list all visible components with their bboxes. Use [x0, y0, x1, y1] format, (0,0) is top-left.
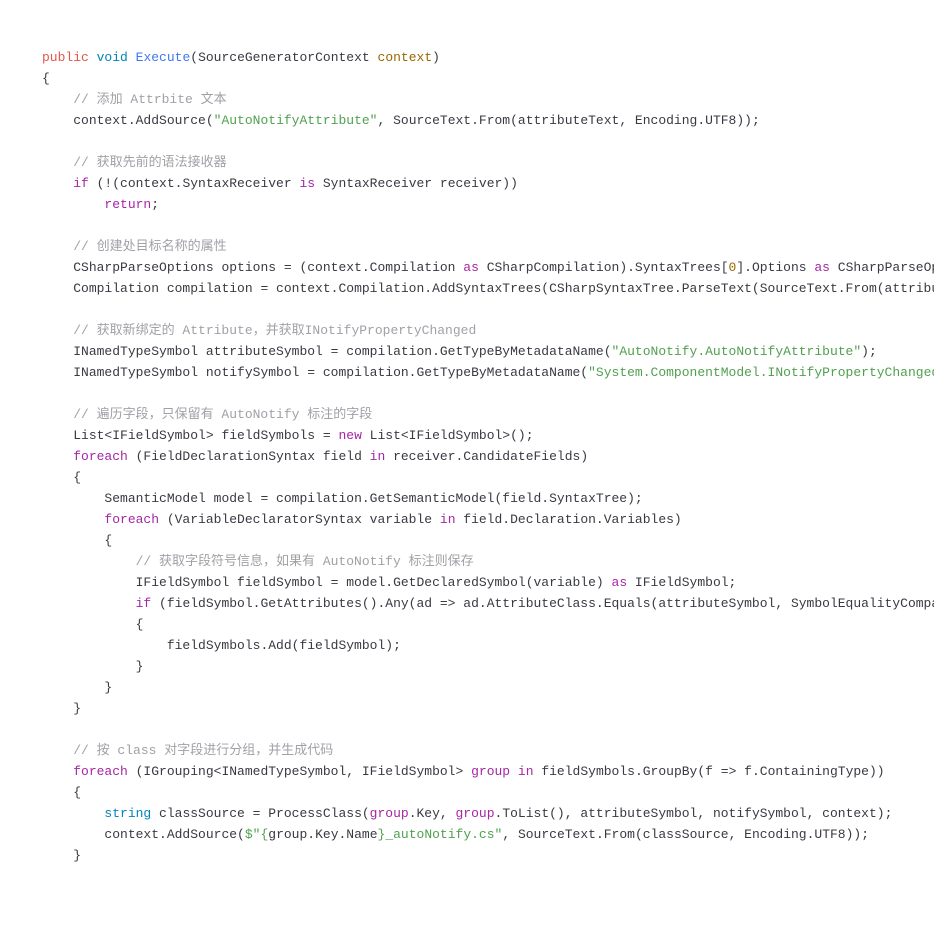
- code-line: SyntaxReceiver receiver)): [315, 176, 518, 191]
- code-line: .Key,: [409, 806, 456, 821]
- keyword-foreach: foreach: [104, 512, 159, 527]
- code-line: .ToList(), attributeSymbol, notifySymbol…: [495, 806, 893, 821]
- code-line: (fieldSymbol.GetAttributes().Any(ad => a…: [151, 596, 934, 611]
- code-line: CSharpParseOptions options = (context.Co…: [73, 260, 463, 275]
- keyword-group: group: [471, 764, 510, 779]
- keyword-public: public: [42, 50, 89, 65]
- brace: }: [73, 848, 81, 863]
- keyword-in: in: [440, 512, 456, 527]
- code-line: , SourceText.From(attributeText, Encodin…: [377, 113, 759, 128]
- comment: // 获取新绑定的 Attribute，并获取INotifyPropertyCh…: [73, 323, 476, 338]
- brace: {: [73, 785, 81, 800]
- semicolon: ;: [151, 197, 159, 212]
- brace: {: [104, 533, 112, 548]
- brace: {: [136, 617, 144, 632]
- code-block: public void Execute(SourceGeneratorConte…: [42, 47, 934, 866]
- code-line: INamedTypeSymbol notifySymbol = compilat…: [73, 365, 588, 380]
- keyword-as: as: [612, 575, 628, 590]
- code-line: CSharpParseOp: [830, 260, 934, 275]
- code-line: fieldSymbols.GroupBy(f => f.ContainingTy…: [534, 764, 885, 779]
- code-line: CSharpCompilation).SyntaxTrees[: [479, 260, 729, 275]
- keyword-foreach: foreach: [73, 449, 128, 464]
- code-line: IFieldSymbol;: [627, 575, 736, 590]
- interp-open: {: [260, 827, 268, 842]
- interp-expr: group.Key.Name: [268, 827, 377, 842]
- param-type: SourceGeneratorContext: [198, 50, 370, 65]
- code-line: INamedTypeSymbol attributeSymbol = compi…: [73, 344, 611, 359]
- identifier-group: group: [456, 806, 495, 821]
- code-line: (VariableDeclaratorSyntax variable: [159, 512, 440, 527]
- keyword-void: void: [97, 50, 128, 65]
- code-line: , SourceText.From(classSource, Encoding.…: [502, 827, 869, 842]
- code-line: context.AddSource(: [104, 827, 244, 842]
- keyword-string: string: [104, 806, 151, 821]
- code-line: List<IFieldSymbol> fieldSymbols =: [73, 428, 338, 443]
- keyword-as: as: [463, 260, 479, 275]
- code-line: receiver.CandidateFields): [385, 449, 588, 464]
- keyword-if: if: [136, 596, 152, 611]
- interp-string: _autoNotify.cs": [385, 827, 502, 842]
- code-line: fieldSymbols.Add(fieldSymbol);: [167, 638, 401, 653]
- keyword-if: if: [73, 176, 89, 191]
- code-line: [510, 764, 518, 779]
- param-name: context: [378, 50, 433, 65]
- comment: // 按 class 对字段进行分组，并生成代码: [73, 743, 333, 758]
- keyword-in: in: [518, 764, 534, 779]
- string-literal: "System.ComponentModel.INotifyPropertyCh…: [588, 365, 934, 380]
- comment: // 遍历字段，只保留有 AutoNotify 标注的字段: [73, 407, 372, 422]
- code-line: context.AddSource(: [73, 113, 213, 128]
- brace: {: [42, 71, 50, 86]
- interp-string: $": [245, 827, 261, 842]
- comment: // 添加 Attrbite 文本: [73, 92, 226, 107]
- code-line: List<IFieldSymbol>();: [362, 428, 534, 443]
- string-literal: "AutoNotifyAttribute": [214, 113, 378, 128]
- code-line: classSource = ProcessClass(: [151, 806, 369, 821]
- identifier-group: group: [370, 806, 409, 821]
- keyword-as: as: [814, 260, 830, 275]
- interp-close: }: [378, 827, 386, 842]
- brace: }: [136, 659, 144, 674]
- keyword-is: is: [299, 176, 315, 191]
- code-line: (!(context.SyntaxReceiver: [89, 176, 300, 191]
- method-name: Execute: [136, 50, 191, 65]
- code-line: field.Declaration.Variables): [456, 512, 682, 527]
- brace: }: [104, 680, 112, 695]
- string-literal: "AutoNotify.AutoNotifyAttribute": [612, 344, 862, 359]
- comment: // 获取字段符号信息，如果有 AutoNotify 标注则保存: [136, 554, 474, 569]
- keyword-foreach: foreach: [73, 764, 128, 779]
- keyword-in: in: [370, 449, 386, 464]
- keyword-return: return: [104, 197, 151, 212]
- code-line: IFieldSymbol fieldSymbol = model.GetDecl…: [136, 575, 612, 590]
- code-line: );: [861, 344, 877, 359]
- keyword-new: new: [338, 428, 361, 443]
- code-line: Compilation compilation = context.Compil…: [73, 281, 934, 296]
- brace: {: [73, 470, 81, 485]
- code-line: SemanticModel model = compilation.GetSem…: [104, 491, 642, 506]
- brace: }: [73, 701, 81, 716]
- code-line: (FieldDeclarationSyntax field: [128, 449, 370, 464]
- code-line: ].Options: [736, 260, 814, 275]
- code-line: (IGrouping<INamedTypeSymbol, IFieldSymbo…: [128, 764, 471, 779]
- comment: // 创建处目标名称的属性: [73, 239, 226, 254]
- comment: // 获取先前的语法接收器: [73, 155, 226, 170]
